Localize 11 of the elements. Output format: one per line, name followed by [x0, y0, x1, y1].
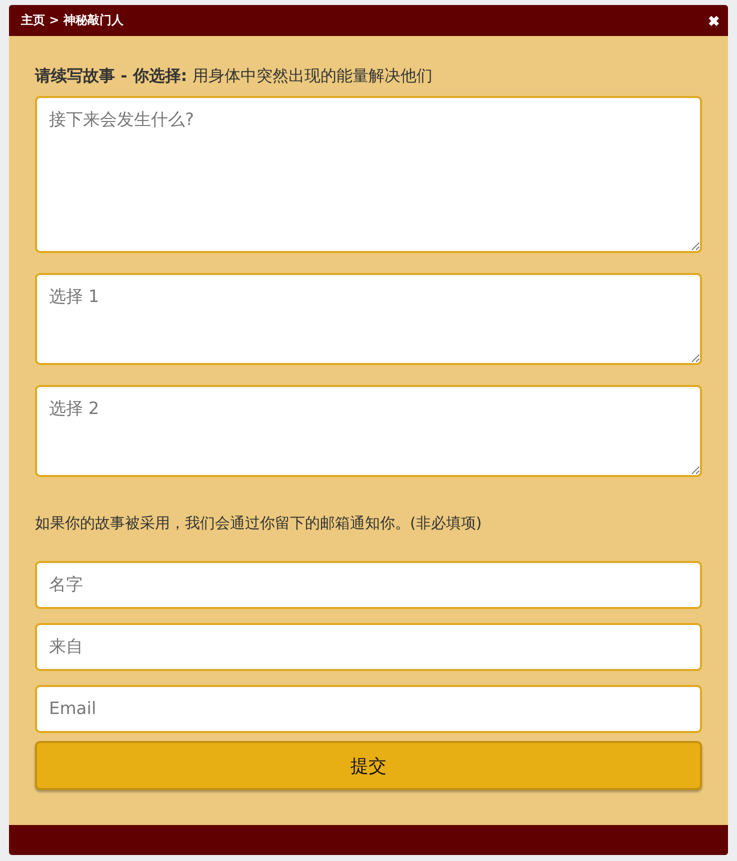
story-textarea[interactable]: 选择 1	[35, 273, 702, 365]
submit-button[interactable]: 提交	[35, 741, 702, 790]
input-field[interactable]: 来自	[35, 623, 702, 671]
story-textarea[interactable]: 选择 2	[35, 385, 702, 477]
notice-text: 如果你的故事被采用，我们会通过你留下的邮箱通知你。(非必填项)	[35, 513, 483, 534]
close-button[interactable]: ✖	[708, 12, 720, 28]
breadcrumb: 主页 > 神秘敲门人	[21, 12, 124, 29]
story-prompt: 请续写故事 - 你选择: 用身体中突然出现的能量解决他们	[35, 65, 434, 87]
story-textarea[interactable]: 接下来会发生什么?	[35, 96, 702, 253]
input-field[interactable]: 名字	[35, 561, 702, 609]
input-field[interactable]: Email	[35, 685, 702, 733]
